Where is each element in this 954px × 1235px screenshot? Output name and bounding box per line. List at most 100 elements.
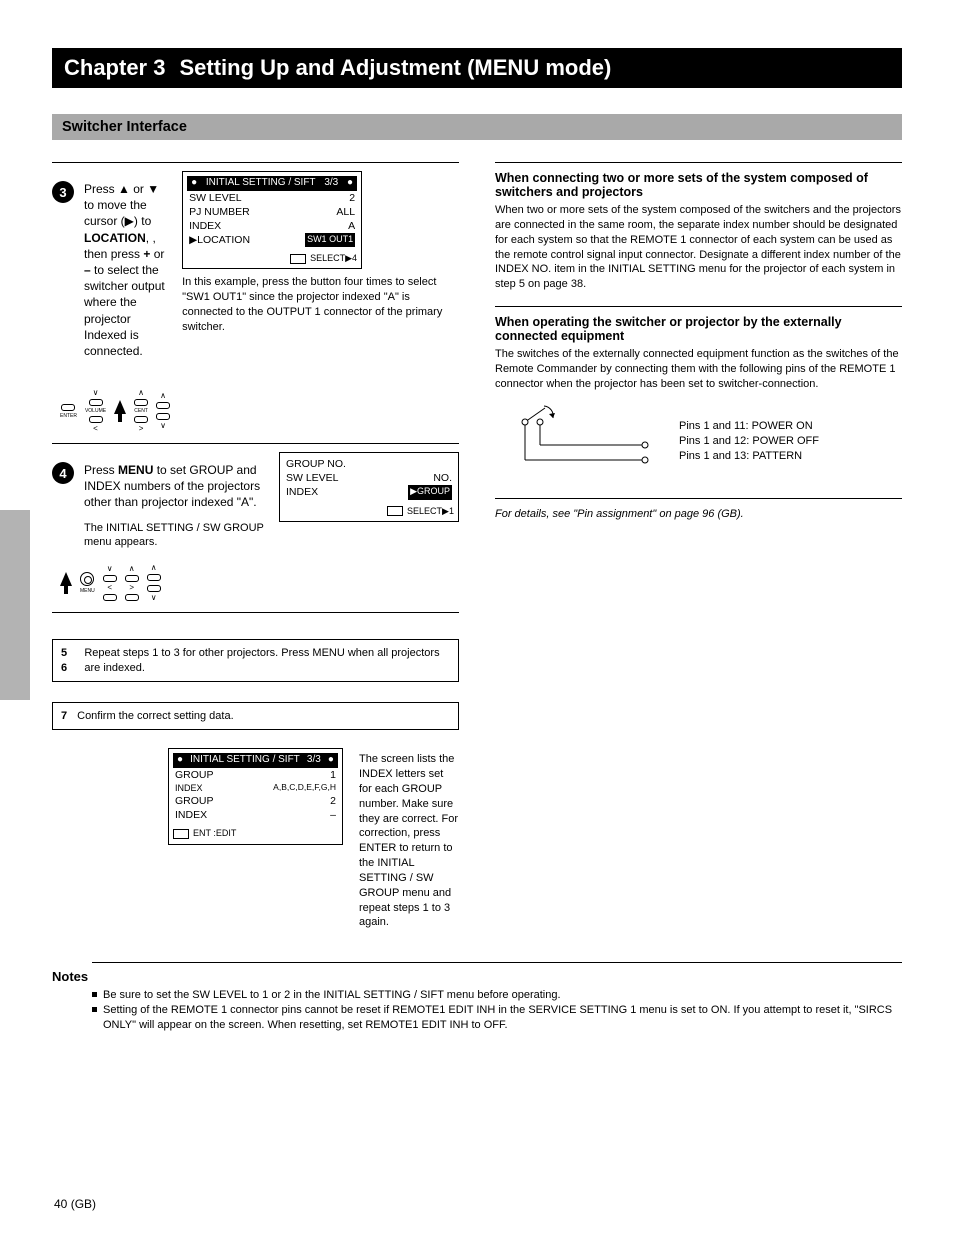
mcr1v: A,B,C,D,E,F,G,H xyxy=(273,782,336,794)
confirm-explain: The screen lists the INDEX letters set f… xyxy=(359,752,459,930)
switch-diagram xyxy=(495,400,665,480)
mcr3v: – xyxy=(330,808,336,822)
panel56-tag: 5 6 xyxy=(61,646,74,675)
m4r2v: ▶GROUP xyxy=(408,485,452,499)
step3-explain: In this example, press the button four t… xyxy=(182,275,459,334)
bi4c-icon xyxy=(125,575,139,582)
panel7-body: Confirm the correct setting data. xyxy=(77,709,234,723)
enter-button-icon xyxy=(61,404,75,411)
menu3-pg: 3/3 xyxy=(324,177,338,190)
down-button-icon xyxy=(89,399,103,406)
step4-menuword: MENU xyxy=(118,463,153,477)
button-illustration-3: ENTER ∨ VOLUME < ∧ CENT xyxy=(60,389,170,433)
chapter-banner: Chapter 3 Setting Up and Adjustment (MEN… xyxy=(52,48,902,88)
pin-line-0: Pins 1 and 11: POWER ON xyxy=(679,419,819,434)
bi4b-icon xyxy=(103,594,117,601)
menu-step4: GROUP NO. SW LEVEL NO. INDEX ▶GROUP SELECT… xyxy=(279,452,459,522)
mc-title: INITIAL SETTING / SIFT xyxy=(190,754,300,767)
menu3-title: INITIAL SETTING / SIFT xyxy=(206,177,316,190)
right-column: When connecting two or more sets of the … xyxy=(495,152,902,930)
m3r0v: 2 xyxy=(349,191,355,205)
pin-line-1: Pins 1 and 12: POWER OFF xyxy=(679,434,819,449)
ext-body: The switches of the externally connected… xyxy=(495,347,902,392)
panel-56: 5 6 Repeat steps 1 to 3 for other projec… xyxy=(52,639,459,682)
language-tab xyxy=(0,510,30,700)
m3foot: SELECT▶4 xyxy=(310,253,357,264)
menu-label: MENU xyxy=(80,588,95,594)
step3-target: LOCATION xyxy=(84,231,146,245)
mcr2k: GROUP xyxy=(175,794,214,808)
note-item-1: Setting of the REMOTE 1 connector pins c… xyxy=(92,1003,902,1033)
step-number-3: 3 xyxy=(52,181,74,203)
m4r2k: INDEX xyxy=(286,485,318,499)
m4foot: SELECT▶1 xyxy=(407,506,454,517)
m3r3v: SW1 OUT1 xyxy=(305,233,355,247)
section-title: Switcher Interface xyxy=(62,119,187,135)
menu-button-icon xyxy=(80,572,94,586)
down2-button-icon xyxy=(89,416,103,423)
switch-schematic-icon xyxy=(495,400,665,480)
remote-subhead: When connecting two or more sets of the … xyxy=(495,171,902,199)
bi4f-icon xyxy=(147,585,161,592)
step-3-block: 3 Press ▲ or ▼ to move the cursor (▶) to… xyxy=(52,171,459,433)
step4-explain: The INITIAL SETTING / SW GROUP menu appe… xyxy=(84,521,267,551)
step-3-text: Press ▲ or ▼ to move the cursor (▶) to L… xyxy=(84,181,170,359)
step4-lead: Press xyxy=(84,463,115,477)
menu-step3: ● INITIAL SETTING / SIFT 3/3 ● SW LEVEL2… xyxy=(182,171,362,269)
cent-label: CENT xyxy=(134,408,148,414)
panel56-body: Repeat steps 1 to 3 for other projectors… xyxy=(84,646,450,675)
remote-body: When two or more sets of the system comp… xyxy=(495,203,902,292)
enter-label: ENTER xyxy=(60,413,77,419)
m4r0k: GROUP NO. xyxy=(286,457,346,471)
step3-mid1: to move the cursor (▶) to xyxy=(84,198,151,228)
step3-tail: to select the switcher output where the … xyxy=(84,263,165,358)
arrow-up-2-icon xyxy=(60,572,72,594)
button-illustration-4: MENU ∨< ∧> ∧∨ xyxy=(60,564,267,602)
right-button-icon xyxy=(134,416,148,423)
pin-list: Pins 1 and 11: POWER ON Pins 1 and 12: P… xyxy=(679,419,819,464)
m3r3k: LOCATION xyxy=(197,234,250,246)
mc-foot: ENT :EDIT xyxy=(193,828,236,839)
ext-footer: For details, see "Pin assignment" on pag… xyxy=(495,507,902,522)
m3r1k: PJ NUMBER xyxy=(189,205,250,219)
vol-label: VOLUME xyxy=(85,408,106,414)
section-banner: Switcher Interface xyxy=(52,114,902,140)
m3r2v: A xyxy=(348,219,355,233)
panel-7: 7 Confirm the correct setting data. xyxy=(52,702,459,730)
chapter-title: Setting Up and Adjustment (MENU mode) xyxy=(179,55,611,81)
notes-section: Notes Be sure to set the SW LEVEL to 1 o… xyxy=(52,954,902,1033)
up-button-icon xyxy=(134,399,148,406)
mcr2v: 2 xyxy=(330,794,336,808)
mcr0k: GROUP xyxy=(175,768,214,782)
m3r0k: SW LEVEL xyxy=(189,191,242,205)
step-4-text: Press MENU to set GROUP and INDEX number… xyxy=(84,462,267,511)
menu-confirm: ● INITIAL SETTING / SIFT 3/3 ● GROUP1 IN… xyxy=(168,748,343,844)
ext-subhead: When operating the switcher or projector… xyxy=(495,315,902,343)
m3r1v: ALL xyxy=(336,205,355,219)
arrow-up-icon xyxy=(114,400,126,422)
m4r1v: NO. xyxy=(433,471,452,485)
mcr0v: 1 xyxy=(330,768,336,782)
bi4e-icon xyxy=(147,574,161,581)
mcr1k: INDEX xyxy=(175,782,203,794)
chapter-number: Chapter 3 xyxy=(64,55,165,81)
step3-lead: Press xyxy=(84,182,115,196)
left-column: 3 Press ▲ or ▼ to move the cursor (▶) to… xyxy=(52,152,459,930)
step-4-block: 4 Press MENU to set GROUP and INDEX numb… xyxy=(52,452,459,602)
note1-text: Setting of the REMOTE 1 connector pins c… xyxy=(103,1003,902,1033)
page-number-value: 40 xyxy=(54,1197,67,1211)
note-item-0: Be sure to set the SW LEVEL to 1 or 2 in… xyxy=(92,988,902,1003)
pin-line-2: Pins 1 and 13: PATTERN xyxy=(679,449,819,464)
page-number: 40 (GB) xyxy=(54,1197,96,1211)
bi4a-icon xyxy=(103,575,117,582)
mcr3k: INDEX xyxy=(175,808,207,822)
bi4d-icon xyxy=(125,594,139,601)
panel7-tag: 7 xyxy=(61,709,67,723)
step-number-4: 4 xyxy=(52,462,74,484)
btn-a-icon xyxy=(156,402,170,409)
btn-b-icon xyxy=(156,413,170,420)
note0-text: Be sure to set the SW LEVEL to 1 or 2 in… xyxy=(103,988,561,1003)
m4r1k: SW LEVEL xyxy=(286,471,339,485)
m3r2k: INDEX xyxy=(189,219,221,233)
mc-pg: 3/3 xyxy=(307,754,321,767)
